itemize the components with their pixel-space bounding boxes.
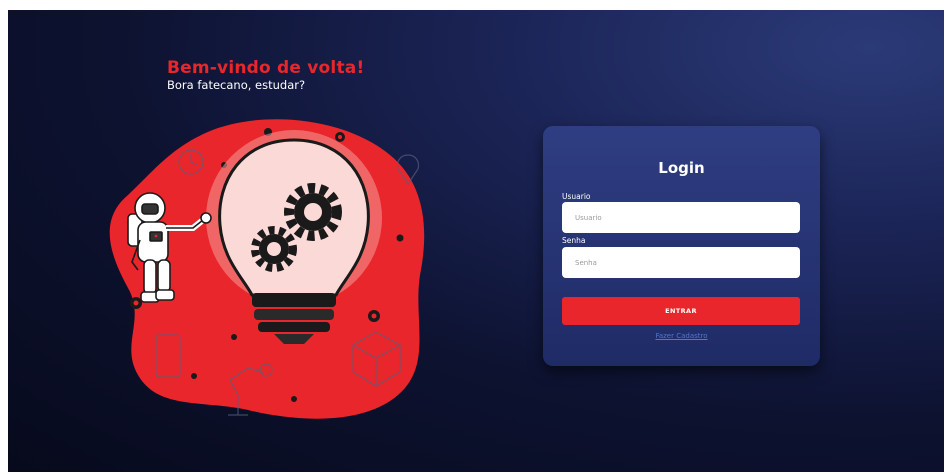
submit-button[interactable]: ENTRAR	[562, 297, 800, 325]
lightbulb-icon	[218, 138, 370, 297]
login-card: Login Usuario Senha ENTRAR Fazer Cadastr…	[543, 126, 820, 366]
small-gear-icon	[231, 334, 237, 340]
password-input[interactable]	[562, 247, 800, 278]
signup-link[interactable]: Fazer Cadastro	[543, 332, 820, 340]
login-page: Bem-vindo de volta! Bora fatecano, estud…	[8, 10, 944, 472]
username-label: Usuario	[562, 192, 591, 201]
welcome-block: Bem-vindo de volta! Bora fatecano, estud…	[167, 58, 364, 93]
small-gear-icon	[191, 373, 197, 379]
welcome-title: Bem-vindo de volta!	[167, 58, 365, 78]
username-input[interactable]	[562, 202, 800, 233]
login-title: Login	[658, 159, 705, 177]
astronaut-lightbulb-illustration	[98, 110, 438, 430]
small-gear-icon	[291, 396, 297, 402]
small-gear-icon	[396, 234, 404, 242]
welcome-subtitle: Bora fatecano, estudar?	[167, 78, 306, 92]
password-label: Senha	[562, 236, 586, 245]
